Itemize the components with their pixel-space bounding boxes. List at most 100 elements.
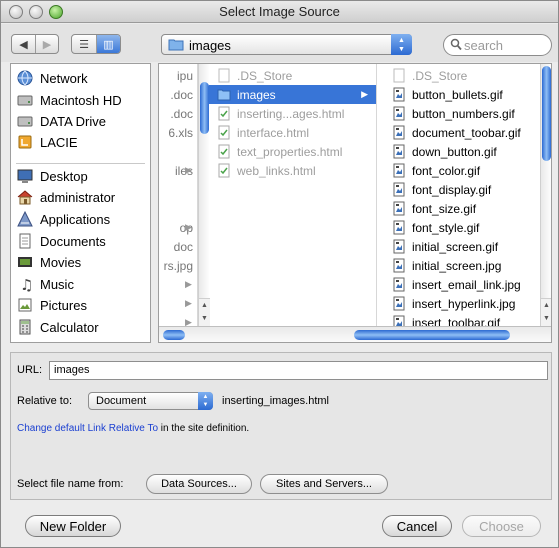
forward-button[interactable]: ▶ [35, 35, 58, 53]
calculator-icon [19, 319, 31, 335]
list-item[interactable]: web_links.html [209, 161, 376, 180]
list-item[interactable]: rs.jpg [159, 256, 197, 275]
sidebar-item-applications[interactable]: Applications [16, 209, 110, 229]
column-images-scrollbar[interactable]: ▲ ▼ [540, 64, 551, 326]
list-item[interactable]: insert_hyperlink.jpg [384, 294, 551, 313]
scroll-arrows[interactable]: ▲ ▼ [541, 298, 551, 326]
list-item[interactable]: ▶ [159, 275, 197, 294]
choose-button[interactable]: Choose [462, 515, 541, 537]
list-item[interactable]: op ▶ [159, 218, 197, 237]
list-item[interactable]: button_numbers.gif [384, 104, 551, 123]
back-button[interactable]: ◀ [12, 35, 35, 53]
file-name: document_toobar.gif [412, 125, 521, 140]
list-item[interactable]: .doc [159, 104, 197, 123]
documents-icon [19, 233, 31, 249]
hard-drive-icon [17, 116, 33, 127]
sidebar-item-documents[interactable]: Documents [16, 231, 106, 251]
list-item[interactable]: insert_toolbar.gif [384, 313, 551, 327]
sidebar-item-label: Desktop [40, 168, 88, 184]
list-item[interactable]: iles ▶ [159, 161, 197, 180]
html-file-icon [218, 163, 230, 178]
sidebar-item-network[interactable]: Network [16, 68, 88, 88]
file-name: insert_toolbar.gif [412, 315, 501, 327]
document-icon [218, 68, 230, 83]
sidebar-item-desktop[interactable]: Desktop [16, 166, 88, 186]
list-item[interactable]: button_bullets.gif [384, 85, 551, 104]
list-item[interactable]: initial_screen.jpg [384, 256, 551, 275]
list-item[interactable]: ▶ [159, 313, 197, 326]
list-item[interactable]: interface.html [209, 123, 376, 142]
list-item[interactable]: ipu [159, 66, 197, 85]
column-images-folder: .DS_Store button_bullets.gif button_number… [384, 64, 551, 327]
list-item[interactable]: .doc [159, 85, 197, 104]
desktop-icon [17, 169, 33, 183]
sidebar-item-label: Documents [40, 233, 106, 249]
site-definition-suffix: in the site definition. [158, 423, 250, 434]
sidebar-item-label: Pictures [40, 297, 87, 313]
list-item[interactable]: down_button.gif [384, 142, 551, 161]
list-view-icon[interactable]: ☰ [72, 35, 96, 53]
location-popup[interactable]: images ▲ ▼ [161, 34, 412, 55]
list-item[interactable]: font_display.gif [384, 180, 551, 199]
list-item[interactable] [159, 180, 197, 199]
sidebar-item-data-drive[interactable]: DATA Drive [16, 111, 106, 131]
list-item[interactable]: .DS_Store [384, 66, 551, 85]
list-item[interactable]: doc [159, 237, 197, 256]
list-item[interactable]: font_style.gif [384, 218, 551, 237]
window-title: Select Image Source [219, 4, 340, 19]
file-name: images [237, 87, 276, 102]
url-field[interactable]: images [49, 361, 548, 380]
music-icon: ♫ [20, 276, 33, 292]
column-previous-scrollbar[interactable]: ▲ ▼ [198, 64, 210, 326]
file-name: inserting...ages.html [237, 106, 345, 121]
pictures-icon [18, 298, 32, 312]
sidebar-item-administrator[interactable]: administrator [16, 187, 115, 207]
sidebar-item-label: Applications [40, 211, 111, 227]
list-item-selected[interactable]: images ▶ [209, 85, 376, 104]
list-item[interactable]: font_color.gif [384, 161, 551, 180]
sidebar-item-macintosh-hd[interactable]: Macintosh HD [16, 90, 122, 110]
sites-and-servers-button[interactable]: Sites and Servers... [260, 474, 388, 494]
view-switcher: ☰ ▥ [71, 34, 121, 54]
list-item[interactable]: .DS_Store [209, 66, 376, 85]
globe-icon [17, 70, 33, 86]
svg-text:♫: ♫ [20, 276, 33, 292]
sidebar-item-lacie[interactable]: LACIE [16, 132, 78, 152]
file-name: down_button.gif [412, 144, 497, 159]
scroll-thumb[interactable] [200, 82, 209, 134]
list-item[interactable]: font_size.gif [384, 199, 551, 218]
list-item[interactable]: initial_screen.gif [384, 237, 551, 256]
search-field[interactable]: search [443, 34, 552, 56]
image-file-icon [393, 258, 405, 273]
sidebar-item-music[interactable]: ♫ Music [16, 274, 74, 294]
history-nav: ◀ ▶ [11, 34, 59, 54]
change-link-relative-link[interactable]: Change default Link Relative To [17, 423, 158, 434]
sidebar-item-movies[interactable]: Movies [16, 252, 81, 272]
updown-arrows-icon: ▲ ▼ [198, 392, 213, 410]
list-item[interactable] [159, 199, 197, 218]
disclosure-arrow-icon: ▶ [185, 222, 192, 232]
list-item[interactable]: text_properties.html [209, 142, 376, 161]
sidebar-item-pictures[interactable]: Pictures [16, 295, 87, 315]
list-item[interactable]: document_toobar.gif [384, 123, 551, 142]
image-file-icon [393, 144, 405, 159]
list-item[interactable]: 6.xls [159, 123, 197, 142]
cancel-button[interactable]: Cancel [382, 515, 452, 537]
list-item[interactable]: ▶ [159, 294, 197, 313]
list-item[interactable] [159, 142, 197, 161]
document-icon [393, 68, 405, 83]
image-file-icon [393, 182, 405, 197]
scroll-thumb[interactable] [354, 330, 510, 340]
scroll-thumb-left[interactable] [163, 330, 185, 340]
horizontal-scrollbar[interactable] [159, 326, 551, 342]
sidebar-item-label: administrator [40, 189, 116, 205]
column-view-icon[interactable]: ▥ [96, 35, 120, 53]
image-file-icon [393, 239, 405, 254]
list-item[interactable]: insert_email_link.jpg [384, 275, 551, 294]
list-item[interactable]: inserting...ages.html [209, 104, 376, 123]
data-sources-button[interactable]: Data Sources... [146, 474, 252, 494]
new-folder-button[interactable]: New Folder [25, 515, 121, 537]
relative-to-popup[interactable]: Document ▲ ▼ [88, 392, 213, 410]
sidebar-item-calculator[interactable]: Calculator [16, 317, 99, 337]
scroll-thumb[interactable] [542, 66, 551, 161]
